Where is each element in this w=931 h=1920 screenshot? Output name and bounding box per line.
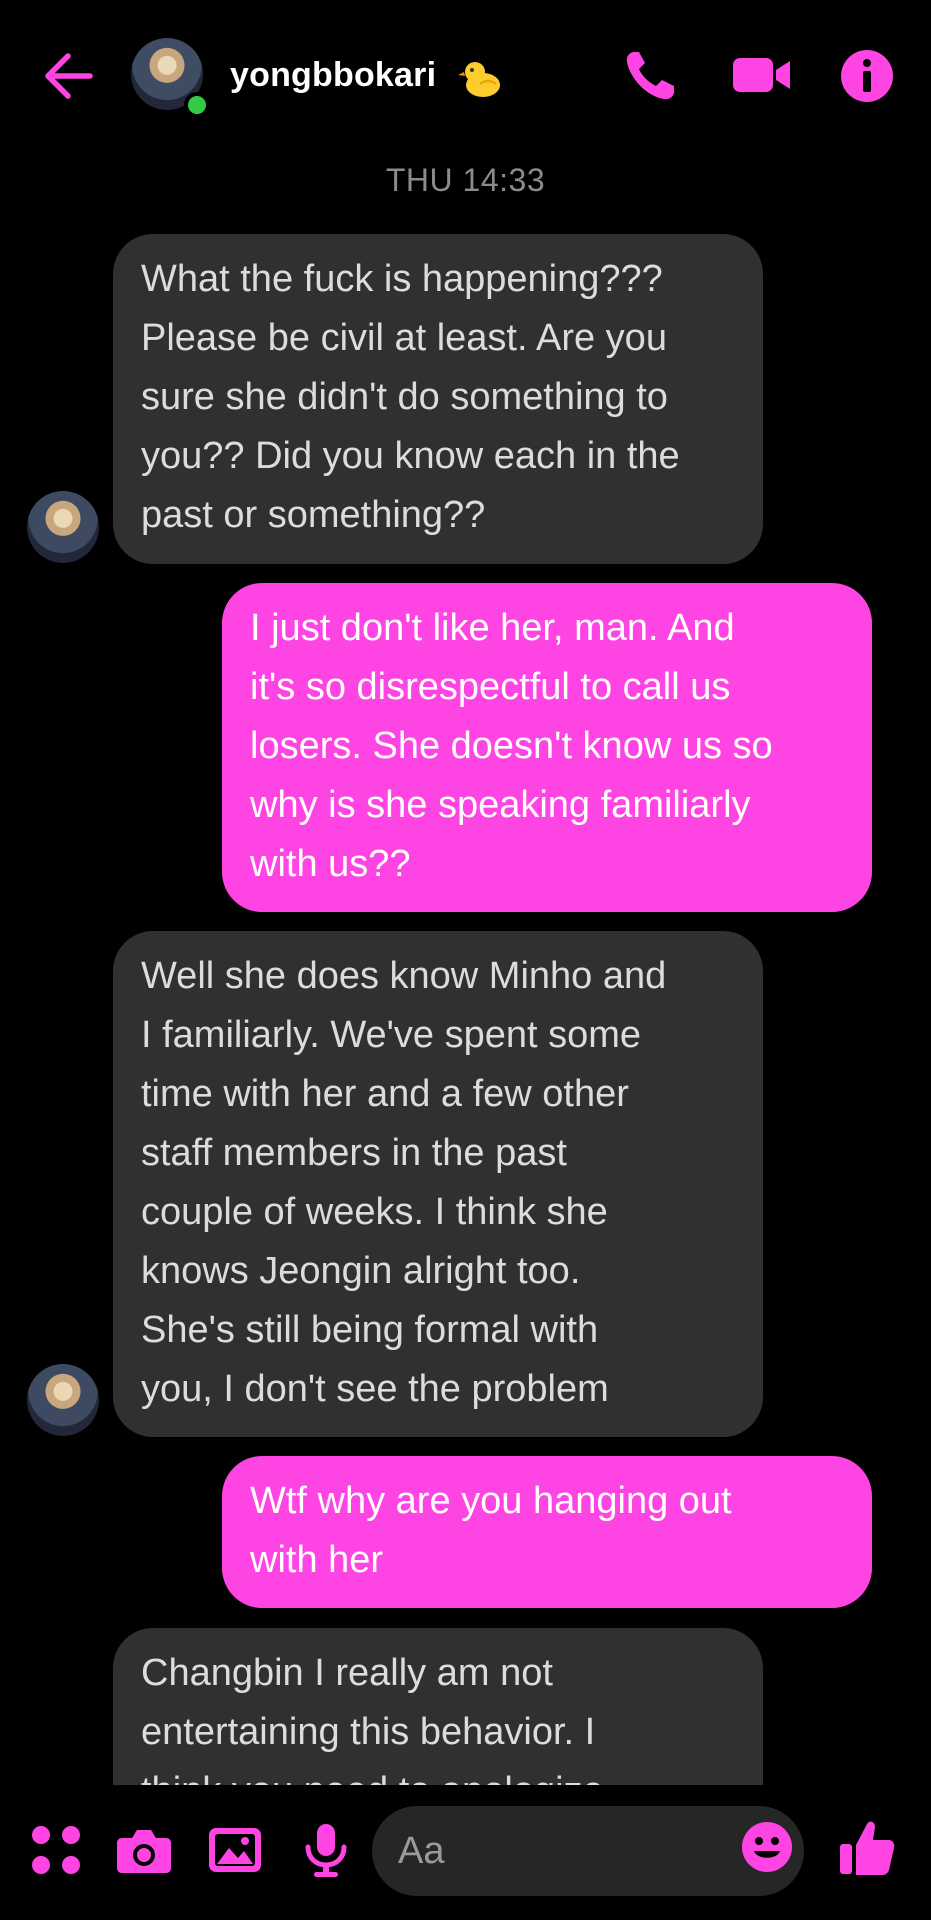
chick-emoji-icon	[458, 62, 500, 97]
contact-name[interactable]: yongbbokari	[230, 56, 436, 95]
message-timestamp: THU 14:33	[385, 162, 546, 198]
phone-call-icon[interactable]	[620, 46, 680, 106]
online-status-indicator	[184, 92, 210, 118]
outgoing-message-bubble[interactable]: Wtf why are you hanging out with her	[222, 1456, 872, 1608]
conversation-header: yongbbokari	[0, 0, 931, 150]
video-call-icon[interactable]	[732, 46, 792, 106]
gallery-image-icon[interactable]	[205, 1820, 265, 1880]
incoming-message-bubble[interactable]: What the fuck is happening??? Please be …	[113, 234, 763, 564]
info-icon[interactable]	[837, 46, 897, 106]
microphone-icon[interactable]	[296, 1820, 356, 1880]
back-arrow-icon[interactable]	[40, 48, 100, 104]
outgoing-message-bubble[interactable]: I just don't like her, man. And it's so …	[222, 583, 872, 912]
more-actions-grid-icon[interactable]	[26, 1820, 86, 1880]
incoming-message-bubble[interactable]: Well she does know Minho and I familiarl…	[113, 931, 763, 1437]
sender-avatar[interactable]	[27, 1364, 99, 1436]
thumbs-up-icon[interactable]	[838, 1818, 896, 1878]
camera-icon[interactable]	[114, 1820, 174, 1880]
sender-avatar[interactable]	[27, 491, 99, 563]
emoji-icon[interactable]	[740, 1820, 794, 1874]
